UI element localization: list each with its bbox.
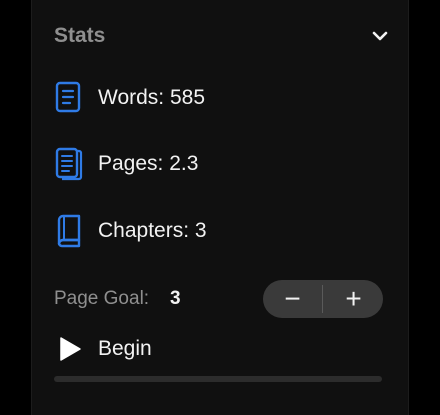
panel-right-border xyxy=(408,0,409,415)
session-progress-bar xyxy=(54,376,382,382)
stat-words-label: Words: 585 xyxy=(98,86,205,109)
stat-words: Words: 585 xyxy=(54,81,374,115)
chevron-down-icon[interactable] xyxy=(370,26,390,46)
page-goal-row: Page Goal: 3 − + xyxy=(54,280,384,318)
stat-chapters: Chapters: 3 xyxy=(54,214,374,248)
increment-button[interactable]: + xyxy=(324,280,383,318)
begin-button[interactable]: Begin xyxy=(54,333,254,365)
stat-pages-label: Pages: 2.3 xyxy=(98,152,199,175)
document-icon xyxy=(55,81,81,113)
stat-chapters-label: Chapters: 3 xyxy=(98,219,207,242)
begin-label: Begin xyxy=(98,337,152,360)
stats-panel: Stats Words: 585 Pages: 2.3 Chapters: 3 … xyxy=(32,0,408,415)
stats-header[interactable]: Stats xyxy=(54,22,390,50)
stepper-divider xyxy=(322,285,323,313)
decrement-button[interactable]: − xyxy=(263,280,322,318)
page-goal-label: Page Goal: xyxy=(54,288,150,309)
page-goal-value: 3 xyxy=(170,288,181,309)
stat-pages: Pages: 2.3 xyxy=(54,147,374,181)
pages-icon xyxy=(55,147,83,181)
play-icon xyxy=(60,337,81,361)
book-icon xyxy=(57,214,81,248)
page-goal-stepper: − + xyxy=(263,280,383,318)
stats-title: Stats xyxy=(54,24,106,47)
